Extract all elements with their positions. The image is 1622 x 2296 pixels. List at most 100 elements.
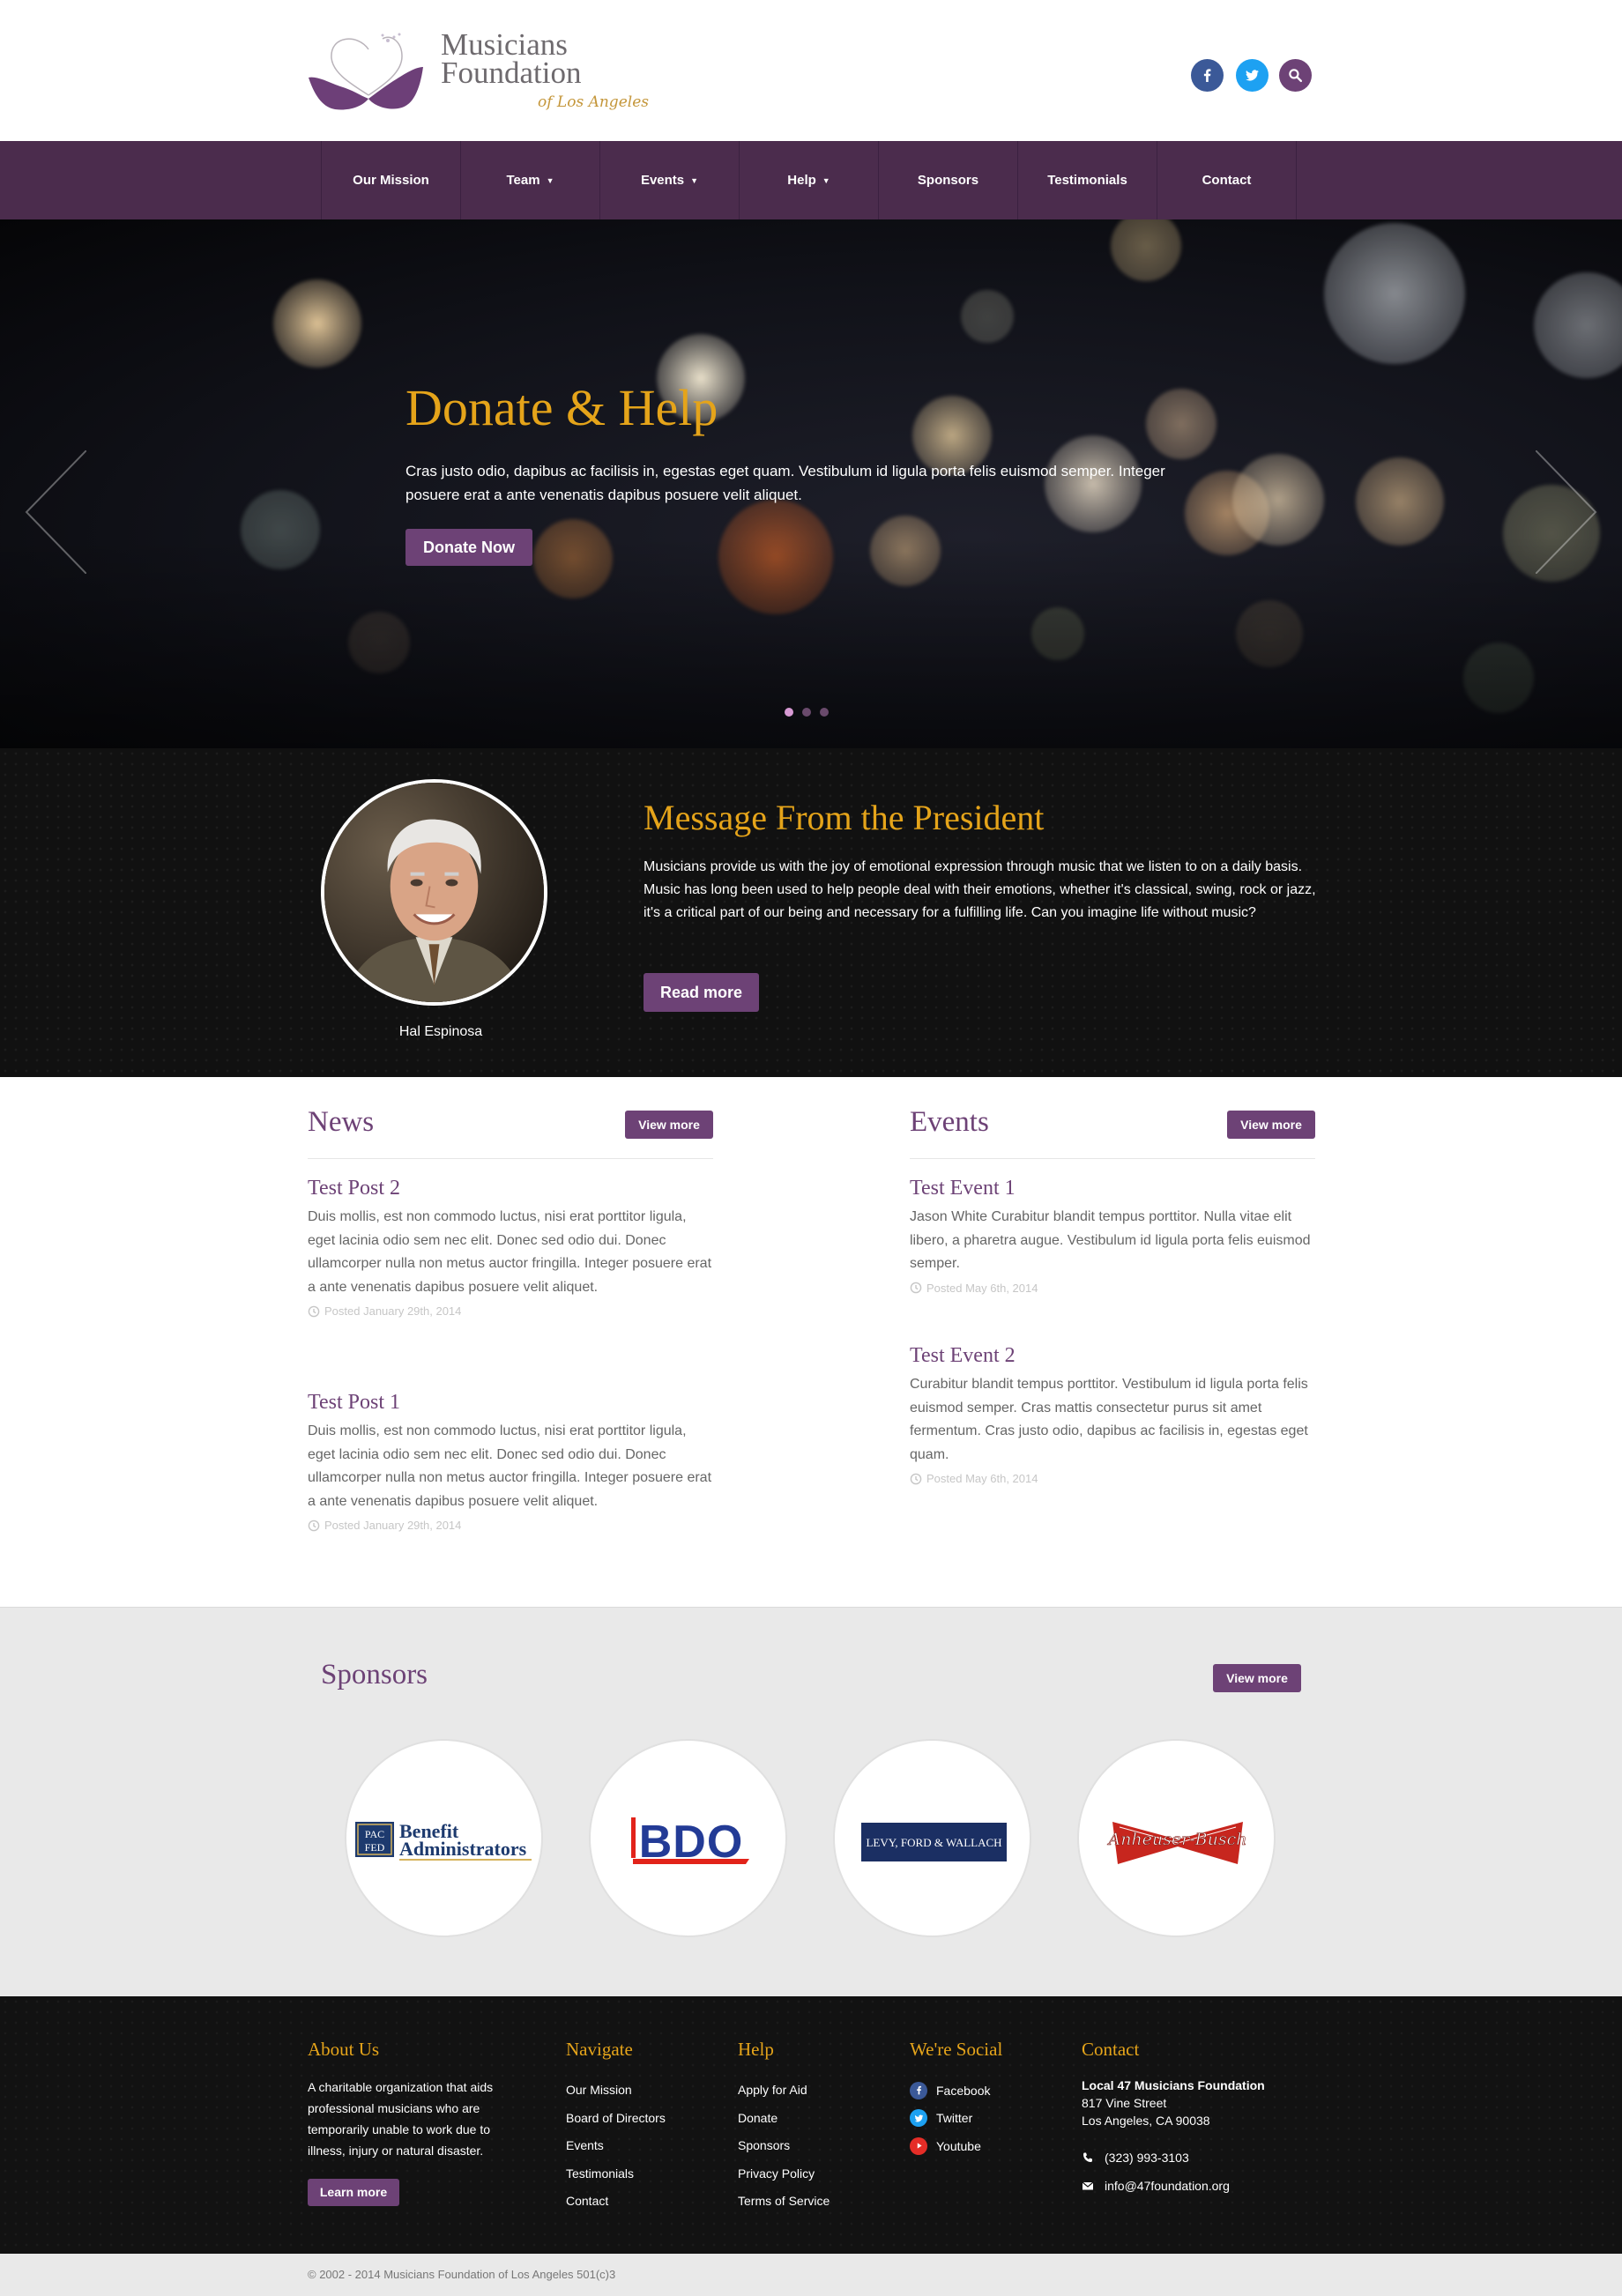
events-divider: [910, 1158, 1315, 1159]
news-post-excerpt: Duis mollis, est non commodo luctus, nis…: [308, 1423, 712, 1509]
footer-youtube-label: Youtube: [936, 2138, 981, 2153]
facebook-button[interactable]: [1191, 59, 1224, 92]
footer-link-board-of-directors[interactable]: Board of Directors: [566, 2105, 716, 2133]
president-message-text: Musicians provide us with the joy of emo…: [644, 859, 1316, 920]
nav-item-events[interactable]: Events ▼: [600, 141, 740, 219]
clock-icon: [308, 1520, 320, 1531]
heart-hands-logo-icon: [309, 33, 423, 110]
brand-line-2: Foundation: [441, 56, 582, 90]
footer-link-events[interactable]: Events: [566, 2132, 716, 2160]
anheuser-busch-logo: Anheuser-Busch: [1106, 1822, 1247, 1864]
footer-navigate-title: Navigate: [566, 2039, 633, 2060]
sponsors-view-more-button[interactable]: View more: [1213, 1664, 1301, 1692]
footer-twitter-label: Twitter: [936, 2111, 973, 2126]
event-post-date: Posted May 6th, 2014: [910, 1282, 1315, 1295]
news-view-more-button[interactable]: View more: [625, 1111, 713, 1139]
sponsor-anheuser-busch[interactable]: Anheuser-Busch: [1077, 1739, 1276, 1937]
nav-item-contact[interactable]: Contact: [1157, 141, 1297, 219]
footer-link-sponsors[interactable]: Sponsors: [738, 2132, 888, 2160]
nav-item-our-mission[interactable]: Our Mission: [322, 141, 461, 219]
read-more-button[interactable]: Read more: [644, 973, 759, 1012]
lfw-logo: LEVY, FORD & WALLACH: [861, 1823, 1007, 1861]
footer-link-donate[interactable]: Donate: [738, 2105, 888, 2133]
slider-dot-3[interactable]: [820, 708, 829, 717]
nav-item-help[interactable]: Help ▼: [740, 141, 879, 219]
events-view-more-button[interactable]: View more: [1227, 1111, 1315, 1139]
footer-contact-title: Contact: [1082, 2039, 1140, 2060]
learn-more-button[interactable]: Learn more: [308, 2179, 399, 2206]
site-header: Musicians Foundation of Los Angeles: [0, 0, 1622, 141]
sponsors-title: Sponsors: [321, 1659, 428, 1690]
hero-title: Donate & Help: [406, 379, 718, 436]
footer-contact: Contact Local 47 Musicians Foundation 81…: [1082, 2039, 1311, 2200]
footer-link-apply-for-aid[interactable]: Apply for Aid: [738, 2077, 888, 2105]
footer-facebook-link[interactable]: Facebook: [910, 2077, 1060, 2105]
copyright-text: © 2002 - 2014 Musicians Foundation of Lo…: [308, 2268, 616, 2281]
sponsor-bdo[interactable]: BDO: [589, 1739, 787, 1937]
footer-link-contact[interactable]: Contact: [566, 2188, 716, 2216]
nav-item-label: Help: [787, 173, 816, 188]
twitter-button[interactable]: [1236, 59, 1269, 92]
footer-email-text: info@47foundation.org: [1105, 2179, 1230, 2193]
slider-prev-arrow-icon[interactable]: [25, 450, 86, 574]
event-post-excerpt: Jason White Curabitur blandit tempus por…: [910, 1209, 1311, 1271]
footer-link-testimonials[interactable]: Testimonials: [566, 2160, 716, 2188]
footer-link-terms-of-service[interactable]: Terms of Service: [738, 2188, 888, 2216]
donate-now-button[interactable]: Donate Now: [406, 529, 532, 566]
event-post-title[interactable]: Test Event 2: [910, 1344, 1315, 1368]
facebook-icon: [1203, 69, 1211, 82]
footer-contact-city: Los Angeles, CA 90038: [1082, 2114, 1210, 2128]
nav-item-sponsors[interactable]: Sponsors: [879, 141, 1018, 219]
svg-text:FED: FED: [365, 1841, 385, 1854]
clock-icon: [308, 1305, 320, 1317]
search-icon: [1289, 69, 1303, 83]
footer-contact-org: Local 47 Musicians Foundation: [1082, 2078, 1265, 2092]
events-title: Events: [910, 1106, 989, 1138]
brand-tagline: of Los Angeles: [538, 93, 649, 111]
footer-youtube-link[interactable]: Youtube: [910, 2132, 1060, 2160]
hero-slider: Donate & Help Cras justo odio, dapibus a…: [0, 219, 1622, 748]
clock-icon: [910, 1473, 922, 1484]
event-post-title[interactable]: Test Event 1: [910, 1177, 1315, 1200]
youtube-icon: [910, 2136, 927, 2155]
president-section-title: Message From the President: [644, 798, 1045, 837]
envelope-icon: [1082, 2181, 1094, 2190]
slider-dot-2[interactable]: [802, 708, 811, 717]
slider-dot-1[interactable]: [785, 708, 793, 717]
slider-next-arrow-icon[interactable]: [1536, 450, 1597, 574]
slider-pagination: [785, 708, 829, 717]
event-post-excerpt: Curabitur blandit tempus porttitor. Vest…: [910, 1377, 1308, 1462]
svg-text:Administrators: Administrators: [399, 1838, 527, 1860]
footer-link-our-mission[interactable]: Our Mission: [566, 2077, 716, 2105]
search-button[interactable]: [1279, 59, 1312, 92]
caret-down-icon: ▼: [822, 175, 830, 185]
nav-item-label: Contact: [1202, 173, 1252, 188]
news-post: Test Post 2 Duis mollis, est non commodo…: [308, 1177, 713, 1318]
footer-link-privacy-policy[interactable]: Privacy Policy: [738, 2160, 888, 2188]
nav-item-testimonials[interactable]: Testimonials: [1018, 141, 1157, 219]
footer-phone[interactable]: (323) 993-3103: [1082, 2144, 1311, 2172]
caret-down-icon: ▼: [546, 175, 554, 185]
twitter-icon: [910, 2109, 927, 2128]
footer-social-title: We're Social: [910, 2039, 1003, 2060]
news-post-date: Posted January 29th, 2014: [308, 1304, 713, 1318]
sponsor-levy-ford-wallach[interactable]: LEVY, FORD & WALLACH: [833, 1739, 1031, 1937]
copyright-bar: © 2002 - 2014 Musicians Foundation of Lo…: [0, 2254, 1622, 2296]
footer-email[interactable]: info@47foundation.org: [1082, 2172, 1311, 2200]
hero-description: Cras justo odio, dapibus ac facilisis in…: [406, 463, 1165, 503]
nav-item-label: Events: [640, 173, 685, 188]
site-footer: About Us A charitable organization that …: [0, 1996, 1622, 2254]
president-photo: [321, 779, 547, 1006]
sponsor-pacfed[interactable]: PAC FED Benefit Administrators: [345, 1739, 543, 1937]
bdo-logo: BDO: [631, 1817, 749, 1868]
svg-text:Anheuser-Busch: Anheuser-Busch: [1106, 1830, 1246, 1849]
footer-about: About Us A charitable organization that …: [308, 2039, 528, 2206]
footer-twitter-link[interactable]: Twitter: [910, 2105, 1060, 2133]
site-logo[interactable]: Musicians Foundation of Los Angeles: [307, 26, 651, 118]
nav-item-label: Our Mission: [353, 173, 429, 188]
news-divider: [308, 1158, 713, 1159]
news-post-excerpt: Duis mollis, est non commodo luctus, nis…: [308, 1209, 712, 1295]
news-post-title[interactable]: Test Post 1: [308, 1391, 713, 1415]
nav-item-team[interactable]: Team ▼: [461, 141, 600, 219]
news-post-title[interactable]: Test Post 2: [308, 1177, 713, 1200]
